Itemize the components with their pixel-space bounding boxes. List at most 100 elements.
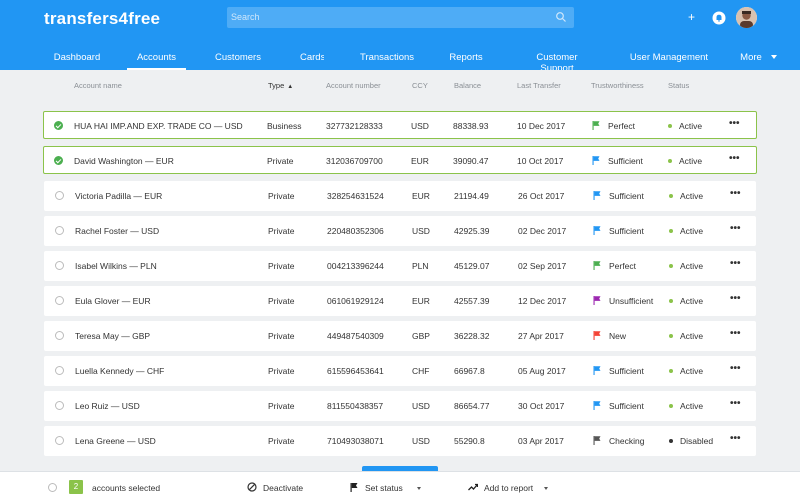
table-row[interactable]: HUA HAI IMP.AND EXP. TRADE CO — USD Busin…: [43, 111, 757, 139]
row-checkbox[interactable]: [55, 296, 64, 305]
col-trustworthiness[interactable]: Trustworthiness: [591, 81, 644, 90]
row-checkbox[interactable]: [54, 156, 63, 165]
currency: USD: [412, 436, 430, 446]
notification-bell-icon[interactable]: [712, 11, 726, 25]
add-to-report-button[interactable]: Add to report: [484, 483, 533, 493]
table-row[interactable]: Leo Ruiz — USD Private 811550438357 USD 8665…: [44, 391, 756, 421]
status-dot-icon: [669, 369, 673, 373]
trustworthiness: Checking: [609, 436, 645, 446]
table-row[interactable]: Teresa May — GBP Private 449487540309 GBP 36…: [44, 321, 756, 351]
account-name[interactable]: HUA HAI IMP.AND EXP. TRADE CO — USD: [74, 121, 243, 131]
more-options-icon[interactable]: •••: [730, 258, 741, 269]
row-checkbox[interactable]: [55, 261, 64, 270]
account-name[interactable]: Isabel Wilkins — PLN: [75, 261, 157, 271]
col-last-transfer[interactable]: Last Transfer: [517, 81, 561, 90]
table-row[interactable]: David Washington — EUR Private 31203670970…: [43, 146, 757, 174]
nav-customer-support[interactable]: Customer Support: [527, 48, 587, 70]
account-name[interactable]: Luella Kennedy — CHF: [75, 366, 164, 376]
last-transfer: 30 Oct 2017: [518, 401, 565, 411]
status: Active: [679, 121, 703, 131]
status: Active: [680, 401, 704, 411]
col-account-name[interactable]: Account name: [74, 81, 122, 90]
status: Active: [679, 156, 703, 166]
account-number: 004213396244: [327, 261, 384, 271]
status: Active: [680, 261, 704, 271]
more-options-icon[interactable]: •••: [730, 363, 741, 374]
row-checkbox[interactable]: [55, 366, 64, 375]
nav-dashboard[interactable]: Dashboard: [48, 48, 106, 70]
table-row[interactable]: Eula Glover — EUR Private 061061929124 EUR 4…: [44, 286, 756, 316]
col-account-number[interactable]: Account number: [326, 81, 381, 90]
set-status-chevron-icon[interactable]: [417, 487, 421, 490]
last-transfer: 10 Dec 2017: [517, 121, 566, 131]
status: Active: [680, 226, 704, 236]
balance: 55290.8: [454, 436, 485, 446]
account-name[interactable]: Leo Ruiz — USD: [75, 401, 140, 411]
last-transfer: 05 Aug 2017: [518, 366, 566, 376]
row-checkbox[interactable]: [55, 401, 64, 410]
table-row[interactable]: Isabel Wilkins — PLN Private 004213396244 P…: [44, 251, 756, 281]
more-options-icon[interactable]: •••: [729, 118, 740, 129]
deactivate-button[interactable]: Deactivate: [263, 483, 303, 493]
account-name[interactable]: Victoria Padilla — EUR: [75, 191, 162, 201]
chevron-down-icon[interactable]: [771, 55, 777, 59]
trust-flag-icon: [593, 261, 601, 270]
app-logo[interactable]: transfers4free: [44, 9, 160, 29]
account-name[interactable]: Lena Greene — USD: [75, 436, 156, 446]
trustworthiness: Sufficient: [609, 226, 644, 236]
selected-label: accounts selected: [92, 483, 161, 493]
block-icon[interactable]: [247, 482, 257, 492]
nav-accounts[interactable]: Accounts: [127, 48, 186, 70]
account-name[interactable]: Rachel Foster — USD: [75, 226, 159, 236]
table-row[interactable]: Lena Greene — USD Private 710493038071 USD 5…: [44, 426, 756, 456]
trending-icon[interactable]: [468, 482, 478, 492]
more-options-icon[interactable]: •••: [730, 223, 741, 234]
account-name[interactable]: Eula Glover — EUR: [75, 296, 151, 306]
user-avatar[interactable]: [736, 7, 757, 28]
col-ccy[interactable]: CCY: [412, 81, 428, 90]
balance: 42925.39: [454, 226, 490, 236]
nav-user-management[interactable]: User Management: [622, 48, 716, 70]
more-options-icon[interactable]: •••: [730, 433, 741, 444]
last-transfer: 02 Dec 2017: [518, 226, 567, 236]
row-checkbox[interactable]: [55, 191, 64, 200]
more-options-icon[interactable]: •••: [730, 188, 741, 199]
col-status[interactable]: Status: [668, 81, 689, 90]
more-options-icon[interactable]: •••: [729, 153, 740, 164]
nav-cards[interactable]: Cards: [300, 48, 324, 70]
more-options-icon[interactable]: •••: [730, 328, 741, 339]
col-balance[interactable]: Balance: [454, 81, 481, 90]
table-row[interactable]: Victoria Padilla — EUR Private 32825463152…: [44, 181, 756, 211]
account-type: Private: [267, 156, 294, 166]
selected-count-badge: 2: [69, 480, 83, 494]
add-icon[interactable]: +: [688, 10, 695, 24]
table-row[interactable]: Luella Kennedy — CHF Private 615596453641 C…: [44, 356, 756, 386]
add-to-report-chevron-icon[interactable]: [544, 487, 548, 490]
row-checkbox[interactable]: [55, 226, 64, 235]
more-options-icon[interactable]: •••: [730, 293, 741, 304]
account-name[interactable]: David Washington — EUR: [74, 156, 174, 166]
nav-reports[interactable]: Reports: [446, 48, 486, 70]
set-status-button[interactable]: Set status: [365, 483, 403, 493]
selection-action-bar: 2 accounts selected Deactivate Set statu…: [0, 471, 800, 502]
account-number: 328254631524: [327, 191, 384, 201]
status-dot-icon: [669, 229, 673, 233]
account-number: 449487540309: [327, 331, 384, 341]
account-name[interactable]: Teresa May — GBP: [75, 331, 150, 341]
nav-transactions[interactable]: Transactions: [360, 48, 414, 70]
trustworthiness: Sufficient: [609, 401, 644, 411]
flag-icon[interactable]: [349, 482, 359, 492]
search-input[interactable]: Search: [227, 7, 574, 28]
col-type[interactable]: Type ▲: [268, 81, 293, 90]
more-options-icon[interactable]: •••: [730, 398, 741, 409]
row-checkbox[interactable]: [54, 121, 63, 130]
nav-customers[interactable]: Customers: [210, 48, 266, 70]
table-row[interactable]: Rachel Foster — USD Private 220480352306 US…: [44, 216, 756, 246]
row-checkbox[interactable]: [55, 436, 64, 445]
select-all-checkbox[interactable]: [48, 483, 57, 492]
nav-more[interactable]: More: [736, 48, 766, 70]
row-checkbox[interactable]: [55, 331, 64, 340]
currency: EUR: [412, 191, 430, 201]
search-icon[interactable]: [555, 11, 567, 23]
balance: 39090.47: [453, 156, 489, 166]
